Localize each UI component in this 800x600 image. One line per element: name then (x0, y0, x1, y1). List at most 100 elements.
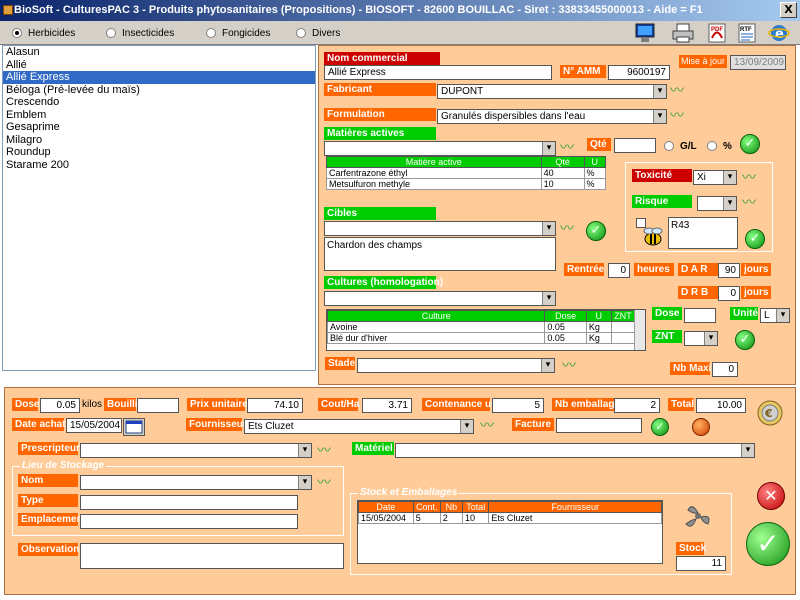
date-achat-field[interactable]: 15/05/2004 (66, 418, 122, 433)
cibles-combo[interactable] (324, 221, 556, 236)
radio-pct[interactable]: % (707, 140, 732, 152)
radio-fongicides[interactable]: Fongicides (206, 27, 270, 39)
product-list-item[interactable]: Starame 200 (3, 159, 315, 172)
radio-dot (12, 28, 22, 38)
calendar-icon[interactable] (123, 418, 145, 436)
emplacement-field[interactable] (80, 514, 298, 529)
unite-combo[interactable]: L (760, 308, 790, 323)
maj-field: 13/09/2009 (730, 55, 786, 70)
refresh-stade-icon[interactable]: 〰 (562, 359, 576, 373)
radio-insecticides[interactable]: Insecticides (106, 27, 174, 39)
validate-risque-button[interactable]: ✓ (745, 229, 765, 249)
table-cell: Kg (585, 332, 612, 344)
validate-culture-button[interactable]: ✓ (735, 330, 755, 350)
jours-label-dar: jours (741, 263, 771, 276)
facture-field[interactable] (556, 418, 642, 433)
product-list-item[interactable]: Gesaprime (3, 121, 315, 134)
nom-commercial-field[interactable]: Allié Express (324, 65, 552, 80)
product-list-item[interactable]: Allié Express (3, 71, 315, 84)
fabricant-combo[interactable]: DUPONT (437, 84, 667, 99)
fabricant-label: Fabricant (324, 83, 436, 96)
table-row[interactable]: 15/05/2004 5 2 10 Ets Cluzet (358, 512, 662, 524)
table-cell: 15/05/2004 (358, 512, 414, 524)
refresh-fournisseur-icon[interactable]: 〰 (480, 419, 494, 433)
stade-combo[interactable] (357, 358, 555, 373)
printer-icon[interactable] (670, 22, 696, 44)
znt-label: ZNT (652, 330, 682, 343)
product-list-item[interactable]: Béloga (Pré-levée du maïs) (3, 84, 315, 97)
cultures-combo[interactable] (324, 291, 556, 306)
pdf-icon[interactable]: PDF (704, 22, 730, 44)
risque-combo[interactable] (697, 196, 737, 211)
qte-field[interactable] (614, 138, 656, 153)
table-row[interactable]: Blé dur d'hiver 0.05 Kg (327, 332, 636, 344)
product-list-item[interactable]: Alasun (3, 46, 315, 59)
cultures-table-wrap[interactable]: Culture Dose U ZNT Avoine 0.05 Kg Blé dur d'hi… (326, 309, 646, 351)
close-window-button[interactable]: X (780, 2, 797, 18)
rtf-icon[interactable]: RTF (734, 22, 760, 44)
fournisseur-label: Fournisseur (186, 418, 247, 431)
prix-field[interactable]: 74.10 (247, 398, 303, 413)
radio-gl[interactable]: G/L (664, 140, 697, 152)
rentree-field[interactable]: 0 (608, 263, 630, 278)
formulation-combo[interactable]: Granulés dispersibles dans l'eau (437, 109, 667, 124)
drb-field[interactable]: 0 (718, 286, 740, 301)
bouillie-field[interactable] (137, 398, 179, 413)
contenance-field[interactable]: 5 (492, 398, 544, 413)
refresh-nom-icon[interactable]: 〰 (317, 476, 331, 490)
nbemb-field[interactable]: 2 (614, 398, 660, 413)
table-row[interactable]: Avoine 0.05 Kg (327, 321, 636, 333)
risque-text[interactable]: R43 (668, 217, 738, 249)
date-achat-label: Date achat (12, 418, 66, 431)
refresh-risque-icon[interactable]: 〰 (742, 196, 756, 210)
refresh-fabricant-icon[interactable]: 〰 (670, 84, 684, 98)
cibles-list[interactable]: Chardon des champs (324, 237, 556, 271)
observation-field[interactable] (80, 543, 344, 569)
toxicite-combo[interactable]: Xi (693, 170, 737, 185)
type-field[interactable] (80, 495, 298, 510)
validate-facture-button[interactable]: ✓ (651, 418, 669, 436)
product-list[interactable]: Alasun Allié Allié Express Béloga (Pré-levé… (2, 45, 316, 371)
table-row[interactable]: Metsulfuron methyle 10% (326, 178, 607, 190)
fournisseur-combo[interactable]: Ets Cluzet (244, 419, 474, 434)
refresh-cibles-icon[interactable]: 〰 (560, 222, 574, 236)
validate-matiere-button[interactable]: ✓ (740, 134, 760, 154)
product-list-item[interactable]: Emblem (3, 109, 315, 122)
cancel-button[interactable]: ✕ (757, 482, 785, 510)
cancel-facture-icon[interactable] (692, 418, 710, 436)
stock-table-wrap[interactable]: Date Cont. Nb Total Fournisseur 15/05/2004 5 2… (357, 500, 663, 564)
refresh-toxicite-icon[interactable]: 〰 (742, 171, 756, 185)
validate-cible-button[interactable]: ✓ (586, 221, 606, 241)
refresh-prescripteur-icon[interactable]: 〰 (317, 444, 331, 458)
cout-field: 3.71 (362, 398, 412, 413)
column-header: Culture (327, 310, 546, 322)
column-header: Total (462, 501, 490, 513)
matiere-active-combo[interactable] (324, 141, 556, 156)
product-list-item[interactable]: Milagro (3, 134, 315, 147)
dose-field[interactable] (684, 308, 716, 323)
internet-explorer-icon[interactable]: e (766, 22, 792, 44)
radio-divers[interactable]: Divers (296, 27, 340, 39)
refresh-matiere-icon[interactable]: 〰 (560, 141, 574, 155)
znt-combo[interactable] (684, 331, 718, 346)
product-list-item[interactable]: Allié (3, 59, 315, 72)
rtf-icon-text: RTF (740, 27, 752, 33)
refresh-formulation-icon[interactable]: 〰 (670, 109, 684, 123)
radio-herbicides[interactable]: Herbicides (12, 27, 75, 39)
table-cell: Ets Cluzet (488, 512, 662, 524)
dose-achat-field[interactable]: 0.05 (40, 398, 80, 413)
nom-stockage-combo[interactable] (80, 475, 312, 490)
product-list-item[interactable]: Roundup (3, 146, 315, 159)
product-list-item[interactable]: Crescendo (3, 96, 315, 109)
amm-field[interactable]: 9600197 (608, 65, 670, 80)
table-row[interactable]: Carfentrazone éthyl 40% (326, 167, 607, 179)
euro-coin-icon[interactable]: € (756, 399, 784, 430)
materiel-combo[interactable] (395, 443, 755, 458)
nbmaxi-field[interactable]: 0 (712, 362, 738, 377)
computer-icon[interactable] (632, 22, 658, 44)
dar-field[interactable]: 90 (718, 263, 740, 278)
prescripteur-combo[interactable] (80, 443, 312, 458)
validate-button[interactable]: ✓ (746, 522, 790, 566)
table-cell: 2 (439, 512, 464, 524)
cultures-scrollbar[interactable] (634, 310, 645, 350)
